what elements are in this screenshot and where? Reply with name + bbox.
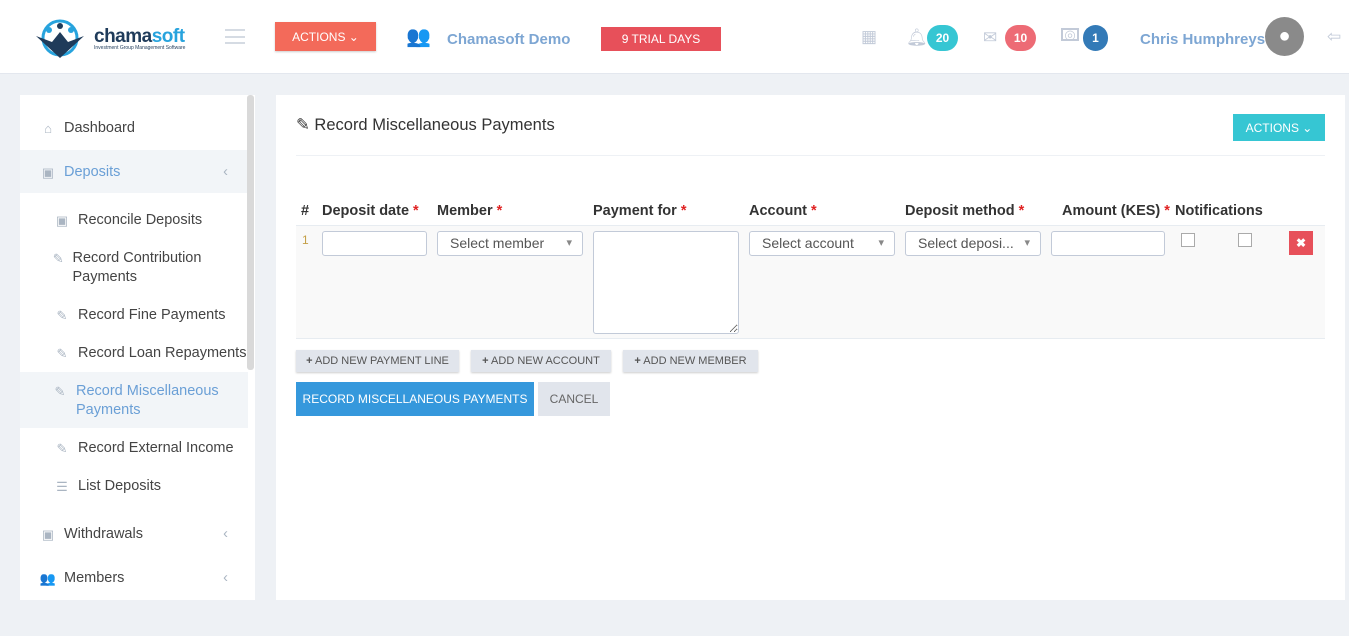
page-title: ✎ Record Miscellaneous Payments (296, 115, 555, 135)
calendar-icon[interactable]: ▦ (861, 27, 877, 47)
sidebar-item-label: Deposits (64, 164, 121, 180)
sidebar-item-label: Record Contribution Payments (72, 250, 202, 285)
button-label: ADD NEW PAYMENT LINE (315, 355, 449, 367)
payment-for-textarea[interactable] (593, 231, 739, 334)
column-header-account: Account * (749, 203, 817, 219)
column-header-member: Member * (437, 203, 503, 219)
sidebar-item-list-deposits[interactable]: ☰ List Deposits (20, 477, 248, 496)
pencil-icon: ✎ (296, 116, 310, 134)
sidebar-item-dashboard[interactable]: ⌂ Dashboard (20, 119, 248, 138)
chevron-left-icon: ‹ (223, 570, 228, 586)
page-title-text: Record Miscellaneous Payments (314, 116, 555, 134)
add-payment-line-button[interactable]: + ADD NEW PAYMENT LINE (296, 350, 459, 372)
sidebar-item-record-external-income[interactable]: ✎ Record External Income (20, 439, 248, 458)
cancel-button[interactable]: CANCEL (538, 382, 610, 416)
submit-button[interactable]: RECORD MISCELLANEOUS PAYMENTS (296, 382, 534, 416)
amount-input[interactable] (1051, 231, 1165, 256)
sidebar-item-label: Members (64, 570, 125, 586)
chevron-left-icon: ‹ (223, 164, 228, 180)
close-icon: ✖ (1295, 236, 1307, 250)
sidebar-item-label: Record Miscellaneous Payments (76, 383, 219, 418)
actions-label: ACTIONS (1245, 120, 1299, 135)
trial-days-badge[interactable]: 9 TRIAL DAYS (601, 27, 721, 51)
sidebar-item-label: Record Loan Repayments (78, 345, 247, 361)
plus-icon: + (634, 355, 641, 367)
logo-text-a: chama (94, 26, 152, 47)
messages-badge[interactable]: 10 (1005, 25, 1036, 51)
logo-icon (36, 19, 84, 58)
remove-row-button[interactable]: ✖ (1289, 231, 1313, 255)
sidebar-item-withdrawals[interactable]: ▣ Withdrawals ‹ (20, 525, 248, 544)
sidebar: ⌂ Dashboard ▣ Deposits ‹ ▣ Reconcile Deposit… (20, 95, 255, 600)
sidebar-item-label: Withdrawals (64, 526, 143, 542)
logo-tagline: Investment Group Management Software (94, 45, 186, 51)
logo-text-b: soft (151, 26, 185, 47)
plus-icon: + (306, 355, 313, 367)
column-header-notifications: Notifications (1175, 203, 1263, 219)
payments-badge[interactable]: 1 (1083, 25, 1108, 51)
money-icon: ▣ (41, 527, 55, 542)
money-icon: ▣ (55, 213, 69, 228)
pencil-icon: ✎ (54, 384, 66, 399)
sidebar-item-label: Reconcile Deposits (78, 212, 203, 228)
add-account-button[interactable]: + ADD NEW ACCOUNT (471, 350, 611, 372)
row-index: 1 (302, 233, 309, 247)
users-icon: 👥 (406, 26, 431, 48)
users-icon: 👥 (39, 571, 57, 586)
sidebar-item-label: Record Fine Payments (78, 307, 226, 323)
sidebar-item-label: List Deposits (78, 478, 162, 494)
plus-icon: + (482, 355, 489, 367)
home-icon: ⌂ (44, 121, 52, 136)
avatar[interactable]: ● (1265, 17, 1304, 56)
chevron-left-icon: ‹ (223, 526, 228, 542)
menu-toggle-icon[interactable] (225, 29, 245, 44)
actions-label: ACTIONS (292, 29, 346, 44)
divider (296, 155, 1325, 156)
member-select[interactable]: Select member (437, 231, 583, 256)
button-label: ADD NEW MEMBER (643, 355, 747, 367)
logout-icon[interactable]: ⇦ (1327, 27, 1341, 47)
sms-notification-checkbox[interactable] (1181, 233, 1195, 247)
bell-icon[interactable]: 🔔︎ (906, 28, 928, 48)
money-icon: ▣ (41, 165, 55, 180)
sidebar-item-label: Record External Income (78, 440, 234, 456)
actions-button[interactable]: ACTIONS ⌄ (1233, 114, 1325, 141)
sidebar-item-members[interactable]: 👥 Members ‹ (20, 569, 248, 588)
envelope-icon[interactable]: ✉ (983, 28, 997, 48)
column-header-amount: Amount (KES) * (1062, 203, 1170, 219)
pencil-icon: ✎ (56, 441, 68, 456)
sidebar-item-deposits[interactable]: ▣ Deposits ‹ (20, 150, 248, 193)
column-header-deposit-method: Deposit method * (905, 203, 1025, 219)
add-member-button[interactable]: + ADD NEW MEMBER (623, 350, 758, 372)
column-header-index: # (301, 203, 310, 219)
sidebar-scrollbar[interactable] (247, 95, 254, 370)
deposit-method-select[interactable]: Select deposi... (905, 231, 1041, 256)
notifications-badge[interactable]: 20 (927, 25, 958, 51)
sidebar-item-record-loan-repayments[interactable]: ✎ Record Loan Repayments (20, 344, 248, 363)
sidebar-item-reconcile-deposits[interactable]: ▣ Reconcile Deposits (20, 211, 248, 230)
pencil-icon: ✎ (56, 308, 68, 323)
button-label: ADD NEW ACCOUNT (491, 355, 600, 367)
main-panel (276, 95, 1345, 600)
list-icon: ☰ (56, 479, 68, 494)
account-select[interactable]: Select account (749, 231, 895, 256)
email-notification-checkbox[interactable] (1238, 233, 1252, 247)
sidebar-item-label: Dashboard (64, 120, 135, 136)
column-header-deposit-date: Deposit date * (322, 203, 419, 219)
money-icon[interactable]: ◎ (1061, 28, 1079, 41)
pencil-icon: ✎ (52, 251, 64, 266)
deposit-date-input[interactable] (322, 231, 427, 256)
sidebar-item-record-fine-payments[interactable]: ✎ Record Fine Payments (20, 306, 248, 325)
group-name[interactable]: Chamasoft Demo (447, 31, 570, 48)
sidebar-item-record-miscellaneous-payments[interactable]: ✎ Record Miscellaneous Payments (20, 372, 248, 428)
header-actions-button[interactable]: ACTIONS ⌄ (275, 22, 376, 51)
column-header-payment-for: Payment for * (593, 203, 687, 219)
sidebar-item-record-contribution-payments[interactable]: ✎ Record Contribution Payments (20, 249, 235, 287)
pencil-icon: ✎ (56, 346, 68, 361)
logo[interactable]: chamasoft Investment Group Management Sof… (32, 18, 185, 60)
user-name[interactable]: Chris Humphreys (1140, 31, 1265, 48)
